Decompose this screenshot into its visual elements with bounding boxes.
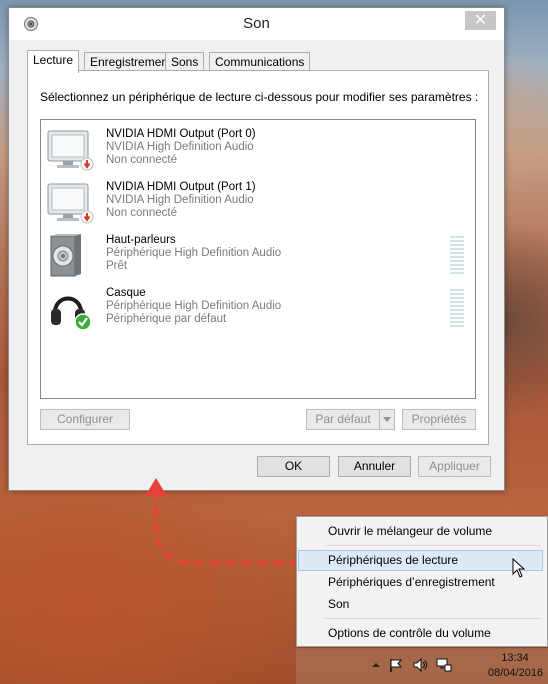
list-item[interactable]: NVIDIA HDMI Output (Port 0) NVIDIA High … [41,120,475,173]
tab-panel-lecture: Sélectionnez un périphérique de lecture … [27,70,489,445]
menu-item-volume-options[interactable]: Options de contrôle du volume [298,623,543,644]
device-status: Périphérique par défaut [106,313,227,325]
list-item[interactable]: Casque Périphérique High Definition Audi… [41,279,475,332]
device-driver: NVIDIA High Definition Audio [106,194,254,206]
annotation-arrow [145,478,300,565]
volume-meter [450,289,464,331]
chevron-up-icon[interactable] [368,657,384,673]
device-status: Non connecté [106,154,177,166]
volume-icon[interactable] [412,657,428,673]
monitor-disconnected-icon [47,183,94,224]
close-button[interactable]: ✕ [465,11,496,30]
list-item[interactable]: Haut-parleurs Périphérique High Definiti… [41,226,475,279]
window-title: Son [243,15,270,32]
set-default-button[interactable]: Par défaut [306,409,380,430]
mouse-cursor-icon [512,558,526,578]
sound-dialog: Son ✕ Lecture Enregistrement Sons Commun… [8,7,505,491]
configure-button[interactable]: Configurer [40,409,130,430]
device-name: Casque [106,287,146,299]
menu-separator [325,545,541,546]
device-name: NVIDIA HDMI Output (Port 0) [106,128,256,140]
clock-date: 08/04/2016 [488,667,544,679]
set-default-dropdown[interactable] [379,409,395,430]
volume-meter [450,236,464,278]
monitor-disconnected-icon [47,130,94,171]
cancel-button[interactable]: Annuler [338,456,411,477]
taskbar-clock[interactable]: 13:34 08/04/2016 [488,651,544,681]
title-bar[interactable]: Son ✕ [9,8,504,40]
menu-item-playback-devices[interactable]: Périphériques de lecture [298,550,543,571]
properties-button[interactable]: Propriétés [402,409,476,430]
apply-button[interactable]: Appliquer [418,456,491,477]
device-driver: NVIDIA High Definition Audio [106,141,254,153]
volume-context-menu: Ouvrir le mélangeur de volume Périphériq… [296,516,548,647]
chevron-down-icon [383,417,391,422]
speaker-icon [50,234,81,277]
list-item[interactable]: NVIDIA HDMI Output (Port 1) NVIDIA High … [41,173,475,226]
instruction-text: Sélectionnez un périphérique de lecture … [40,90,479,104]
network-icon[interactable] [436,657,452,673]
device-status: Prêt [106,260,128,272]
tab-lecture[interactable]: Lecture [27,50,80,73]
menu-separator [325,618,541,619]
clock-time: 13:34 [501,652,529,664]
headphones-default-icon [51,296,92,331]
menu-item-recording-devices[interactable]: Périphériques d’enregistrement [298,572,543,593]
device-list[interactable]: NVIDIA HDMI Output (Port 0) NVIDIA High … [40,119,476,399]
tab-sons[interactable]: Sons [165,52,205,71]
device-name: NVIDIA HDMI Output (Port 1) [106,181,256,193]
menu-item-sound[interactable]: Son [298,594,543,615]
device-driver: Périphérique High Definition Audio [106,247,282,259]
menu-item-open-mixer[interactable]: Ouvrir le mélangeur de volume [298,521,543,542]
device-driver: Périphérique High Definition Audio [106,300,282,312]
device-status: Non connecté [106,207,177,219]
flag-icon[interactable] [388,657,404,673]
tab-communications[interactable]: Communications [209,52,311,71]
device-name: Haut-parleurs [106,234,176,246]
tab-enregistrement[interactable]: Enregistrement [84,52,178,71]
taskbar-tray: 13:34 08/04/2016 [296,648,548,684]
